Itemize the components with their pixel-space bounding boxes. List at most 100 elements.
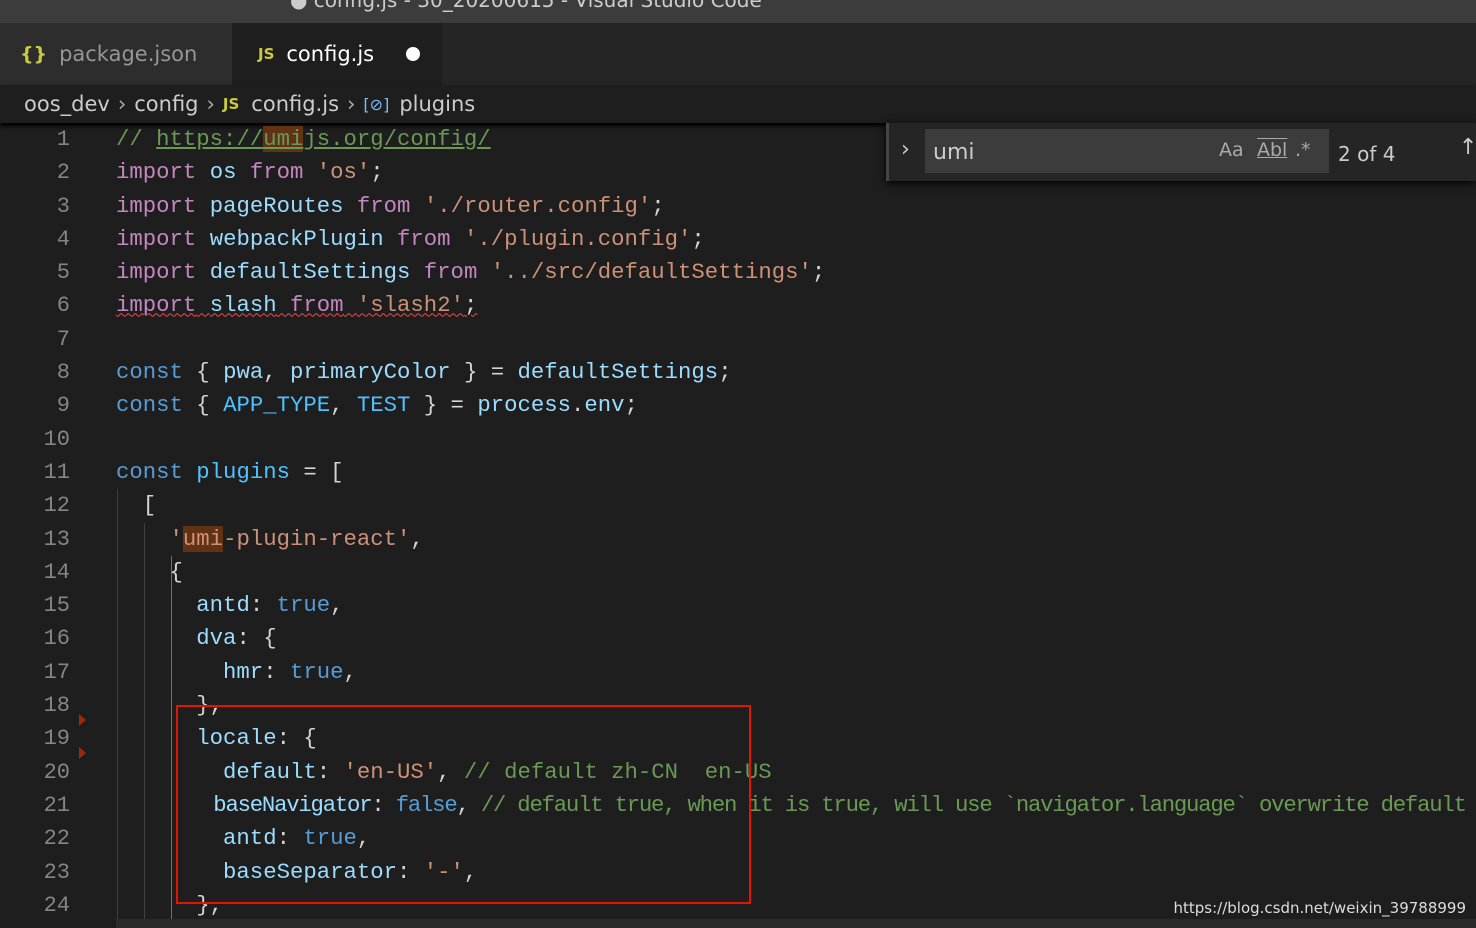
code-token: from [356, 192, 411, 219]
code-token: const [116, 458, 183, 485]
tab-label: config.js [286, 42, 375, 66]
tab-package-json[interactable]: {} package.json [0, 23, 232, 85]
breadcrumb-item[interactable]: config [134, 92, 198, 116]
whole-word-icon[interactable]: Abl [1257, 139, 1287, 161]
code-token: ; [370, 159, 384, 186]
code-token: env [584, 392, 625, 419]
code-token: ; [811, 259, 826, 286]
breadcrumb-item[interactable]: plugins [399, 92, 475, 116]
code-token: umi [182, 525, 224, 552]
code-token: js.org/config/ [303, 126, 491, 152]
code-token: , [343, 658, 357, 685]
breadcrumb-item[interactable]: oos_dev [24, 92, 110, 116]
line-number: 20 [43, 759, 70, 785]
code-token: -plugin-react' [223, 525, 411, 552]
chevron-right-icon: › [206, 92, 215, 116]
line-number: 6 [56, 293, 70, 319]
code-token: // [116, 126, 157, 152]
match-count: 2 of 4 [1338, 142, 1396, 166]
code-token: ; [463, 292, 478, 319]
chevron-right-icon: › [117, 92, 127, 116]
code-token: ; [718, 359, 732, 386]
line-number: 13 [43, 526, 70, 552]
code-line: import pageRoutes from './router.config'… [116, 190, 1471, 223]
code-line: antd: true, [116, 589, 1471, 622]
code-token: os [209, 159, 237, 186]
regex-icon[interactable]: .* [1295, 139, 1311, 161]
code-token: { [182, 392, 224, 419]
code-token: import [116, 225, 197, 252]
code-token: ' [169, 525, 183, 552]
code-token: ; [691, 225, 705, 252]
code-token: process [477, 392, 571, 419]
code-token: slash [209, 292, 277, 319]
line-number: 12 [43, 493, 70, 519]
code-line: hmr: true, [116, 656, 1471, 689]
unsaved-dot-icon[interactable] [406, 47, 420, 61]
code-line: const plugins = [ [116, 456, 1471, 489]
code-token: defaultSettings [517, 359, 719, 386]
line-number: 4 [56, 226, 70, 252]
previous-match-arrow-icon[interactable]: ↑ [1459, 135, 1476, 160]
code-token: . [570, 392, 585, 419]
find-input-value: umi [933, 140, 975, 165]
javascript-icon: JS [222, 95, 240, 113]
code-token: import [116, 292, 197, 319]
code-token: : { [236, 625, 277, 652]
code-token: defaultSettings [209, 259, 411, 286]
tab-label: package.json [59, 42, 198, 66]
match-case-icon[interactable]: Aa [1219, 139, 1244, 161]
code-line: const { APP_TYPE, TEST } = process.env; [116, 389, 1471, 422]
line-number: 22 [43, 826, 70, 852]
line-number: 5 [56, 260, 70, 286]
line-number: 24 [43, 892, 70, 918]
line-number: 15 [43, 593, 70, 619]
toggle-replace-chevron-icon[interactable]: › [901, 137, 910, 162]
tab-config-js[interactable]: JS config.js [232, 23, 442, 85]
line-number: 1 [56, 127, 70, 152]
breadcrumb-item[interactable]: config.js [251, 92, 339, 116]
code-token: import [116, 192, 197, 219]
code-token: const [116, 392, 183, 419]
horizontal-scrollbar[interactable] [116, 919, 1476, 928]
code-token: webpackPlugin [209, 225, 384, 252]
code-token: antd [196, 592, 250, 619]
watermark: https://blog.csdn.net/weixin_39788999 [1173, 899, 1466, 917]
code-token: , [330, 592, 344, 619]
line-number: 2 [56, 160, 70, 186]
code-token: : [249, 592, 277, 619]
fold-marker-icon[interactable] [79, 714, 86, 726]
line-number: 18 [43, 693, 70, 719]
code-token: from [249, 159, 304, 186]
line-number: 23 [43, 859, 70, 885]
code-token: umi [263, 126, 304, 152]
code-token: , [410, 525, 424, 552]
code-token: './router.config' [423, 192, 652, 219]
code-token: { [116, 558, 183, 585]
code-token: = [ [289, 458, 344, 485]
code-token: const [116, 359, 183, 386]
fold-marker-icon[interactable] [79, 747, 86, 759]
window-title: ● config.js - 30_20200615 - Visual Studi… [290, 0, 762, 12]
annotation-highlight-box [176, 705, 751, 904]
line-number: 19 [43, 726, 70, 752]
json-braces-icon: {} [20, 43, 48, 65]
code-token: ; [624, 392, 638, 419]
code-token: 'slash2' [356, 292, 464, 319]
line-number: 14 [43, 559, 70, 585]
code-line: import defaultSettings from '../src/defa… [116, 256, 1471, 289]
code-token: from [397, 225, 451, 252]
